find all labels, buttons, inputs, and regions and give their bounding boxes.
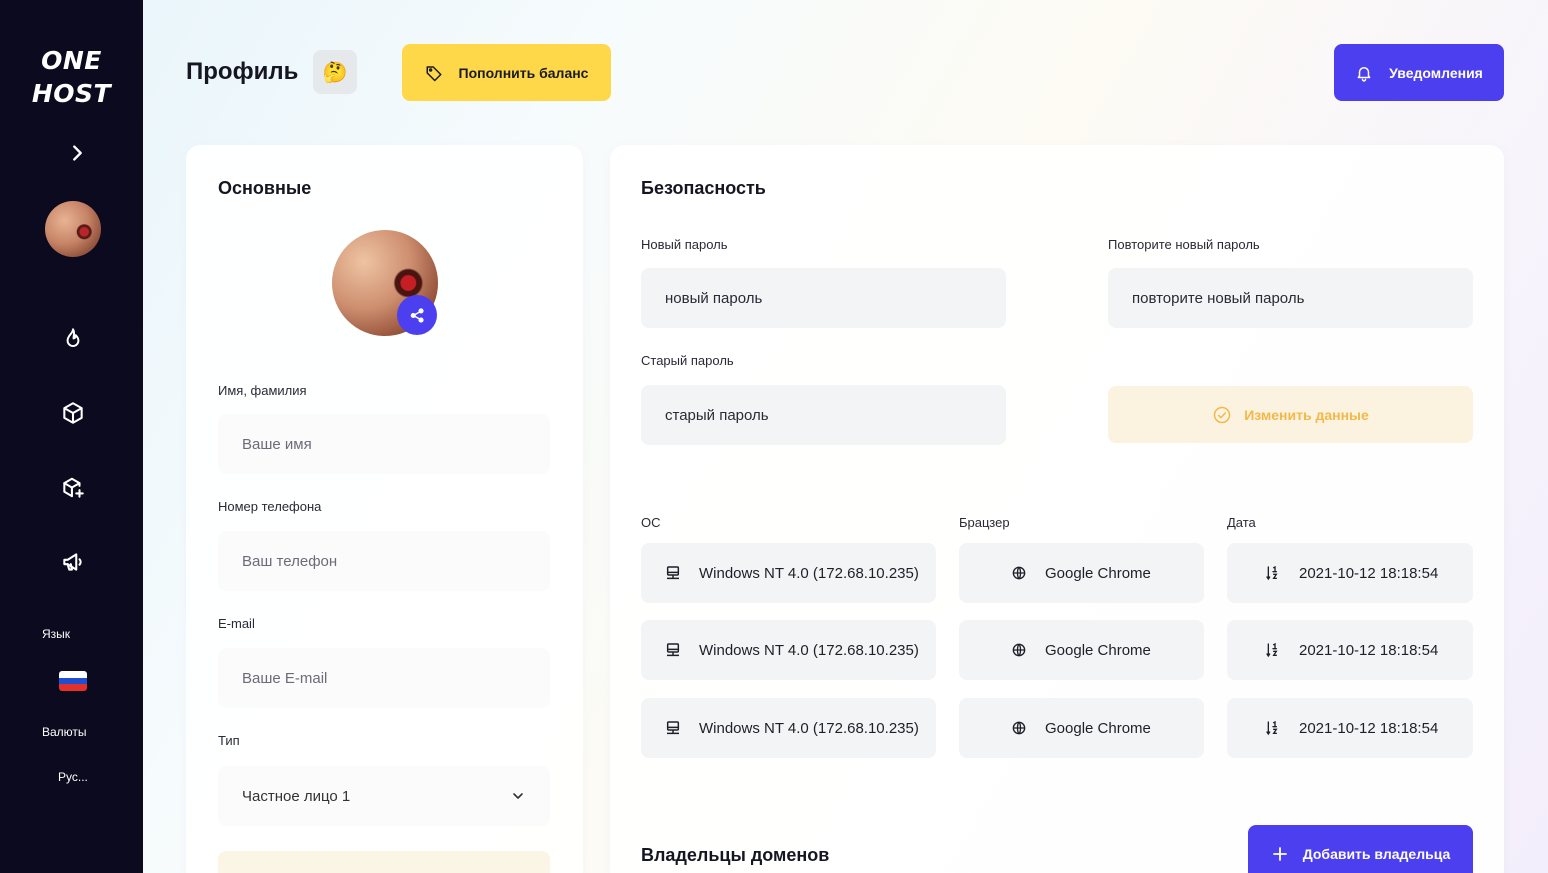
session-date-cell: 2021-10-12 18:18:54 xyxy=(1227,543,1473,603)
computer-icon xyxy=(666,721,680,735)
chevron-right-icon[interactable] xyxy=(66,142,88,164)
domain-owners-title: Владельцы доменов xyxy=(641,845,830,865)
session-browser-cell: Google Chrome xyxy=(959,698,1204,758)
phone-label: Номер телефона xyxy=(218,499,322,514)
browser-column-header: Брацзер xyxy=(959,515,1010,530)
computer-icon xyxy=(666,643,680,657)
session-date: 2021-10-12 18:18:54 xyxy=(1299,719,1439,737)
date-column-header: Дата xyxy=(1227,515,1256,530)
phone-input[interactable] xyxy=(218,531,550,591)
language-label: Язык xyxy=(42,627,71,641)
notifications-button[interactable]: Уведомления xyxy=(1334,44,1504,101)
logo-line-1: ONE xyxy=(41,46,102,75)
box-add-icon[interactable] xyxy=(60,475,86,501)
computer-icon xyxy=(666,566,680,580)
os-column-header: ОС xyxy=(641,515,661,530)
flag-icon[interactable] xyxy=(59,671,87,691)
session-os: Windows NT 4.0 (172.68.10.235) xyxy=(699,719,919,737)
email-input[interactable] xyxy=(218,648,550,708)
logo-line-2: HOST xyxy=(31,79,112,108)
session-os-cell: Windows NT 4.0 (172.68.10.235) xyxy=(641,698,936,758)
fire-icon[interactable] xyxy=(60,326,86,352)
share-icon xyxy=(410,307,424,323)
sort-numeric-icon xyxy=(1266,720,1278,736)
add-owner-button[interactable]: Добавить владельца xyxy=(1248,825,1473,873)
session-date: 2021-10-12 18:18:54 xyxy=(1299,564,1439,582)
new-password-input[interactable] xyxy=(641,268,1006,328)
bell-icon xyxy=(1357,66,1371,82)
session-browser-cell: Google Chrome xyxy=(959,620,1204,680)
security-card xyxy=(610,145,1504,873)
session-os-cell: Windows NT 4.0 (172.68.10.235) xyxy=(641,543,936,603)
session-os: Windows NT 4.0 (172.68.10.235) xyxy=(699,641,919,659)
type-label: Тип xyxy=(218,733,240,748)
logo[interactable]: ONE HOST xyxy=(0,44,143,110)
chevron-down-icon xyxy=(513,793,523,799)
emoji-button[interactable]: 🤔 xyxy=(313,50,357,94)
check-circle-icon xyxy=(1213,406,1231,423)
currency-select[interactable]: Рус... xyxy=(58,770,88,784)
session-browser-cell: Google Chrome xyxy=(959,543,1204,603)
change-data-button[interactable]: Изменить данные xyxy=(1108,386,1473,443)
name-input[interactable] xyxy=(218,414,550,474)
add-owner-label: Добавить владельца xyxy=(1302,845,1451,862)
session-date: 2021-10-12 18:18:54 xyxy=(1299,641,1439,659)
repeat-password-label: Повторите новый пароль xyxy=(1108,237,1260,252)
currency-label: Валюты xyxy=(42,725,87,739)
session-date-cell: 2021-10-12 18:18:54 xyxy=(1227,698,1473,758)
avatar[interactable] xyxy=(45,201,101,257)
security-card-title: Безопасность xyxy=(641,178,766,198)
old-password-input[interactable] xyxy=(641,385,1006,445)
name-label: Имя, фамилия xyxy=(218,383,307,398)
page-title: Профиль xyxy=(186,58,299,85)
change-data-label: Изменить данные xyxy=(1244,406,1369,423)
old-password-label: Старый пароль xyxy=(641,353,734,368)
sidebar: ONE HOST Язык Валюты Рус... xyxy=(0,0,143,873)
share-button[interactable] xyxy=(397,295,437,335)
session-os-cell: Windows NT 4.0 (172.68.10.235) xyxy=(641,620,936,680)
new-password-label: Новый пароль xyxy=(641,237,728,252)
globe-icon xyxy=(1012,721,1026,735)
sort-numeric-icon xyxy=(1266,642,1278,658)
plus-icon xyxy=(1272,846,1287,861)
globe-icon xyxy=(1012,566,1026,580)
repeat-password-input[interactable] xyxy=(1108,268,1473,328)
megaphone-icon[interactable] xyxy=(60,549,86,575)
globe-icon xyxy=(1012,643,1026,657)
basic-card-title: Основные xyxy=(218,178,312,198)
session-os: Windows NT 4.0 (172.68.10.235) xyxy=(699,564,919,582)
session-browser: Google Chrome xyxy=(1045,641,1151,659)
session-browser: Google Chrome xyxy=(1045,564,1151,582)
topup-balance-button[interactable]: Пополнить баланс xyxy=(402,44,611,101)
tag-icon xyxy=(426,65,442,81)
type-select[interactable]: Частное лицо 1 xyxy=(218,766,550,826)
box-icon[interactable] xyxy=(60,400,86,426)
session-browser: Google Chrome xyxy=(1045,719,1151,737)
type-select-value: Частное лицо 1 xyxy=(242,787,351,805)
sort-numeric-icon xyxy=(1266,565,1278,581)
session-date-cell: 2021-10-12 18:18:54 xyxy=(1227,620,1473,680)
notifications-label: Уведомления xyxy=(1389,64,1483,81)
email-label: E-mail xyxy=(218,616,255,631)
save-basic-button[interactable] xyxy=(218,851,550,873)
topup-balance-label: Пополнить баланс xyxy=(458,64,589,81)
